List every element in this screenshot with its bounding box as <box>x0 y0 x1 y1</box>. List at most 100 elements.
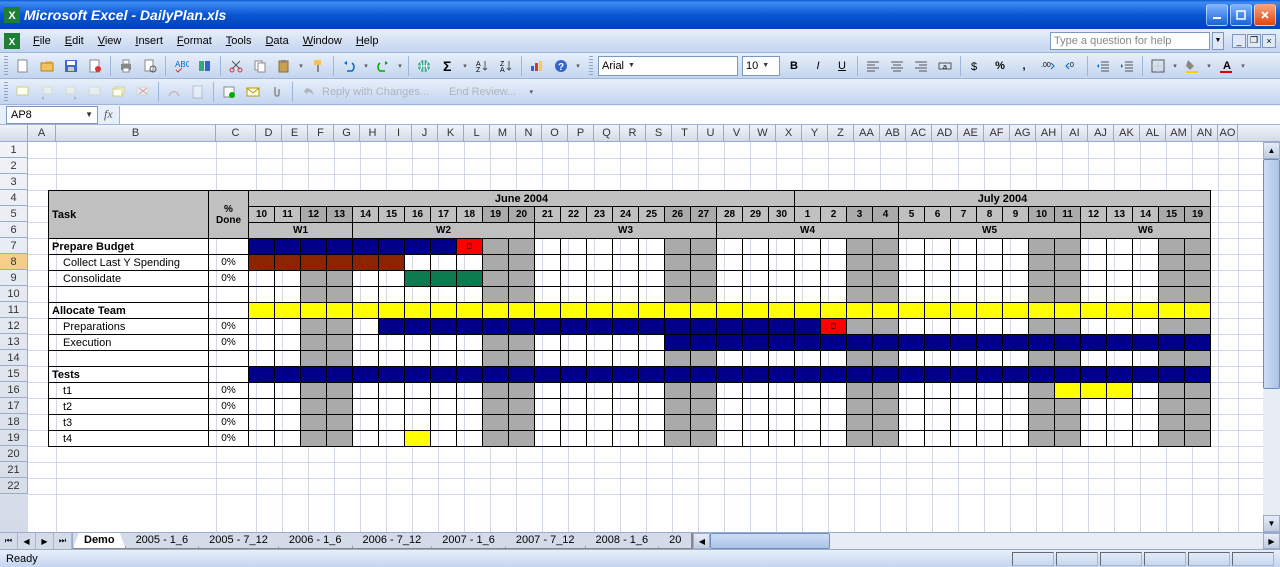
name-box[interactable]: AP8▼ <box>6 106 98 124</box>
gantt-cell[interactable] <box>899 383 925 399</box>
gantt-cell[interactable] <box>301 415 327 431</box>
gantt-cell[interactable] <box>1003 383 1029 399</box>
row-header-14[interactable]: 14 <box>0 350 28 366</box>
gantt-cell[interactable] <box>795 383 821 399</box>
gantt-cell[interactable] <box>275 431 301 447</box>
gantt-cell[interactable] <box>1055 239 1081 255</box>
gantt-cell[interactable] <box>561 399 587 415</box>
gantt-cell[interactable] <box>483 367 509 383</box>
gantt-cell[interactable] <box>717 303 743 319</box>
gantt-cell[interactable] <box>561 287 587 303</box>
gantt-cell[interactable] <box>847 287 873 303</box>
gantt-cell[interactable] <box>847 303 873 319</box>
gantt-cell[interactable] <box>743 239 769 255</box>
gantt-cell[interactable] <box>1081 287 1107 303</box>
row-header-11[interactable]: 11 <box>0 302 28 318</box>
tab-nav-last[interactable]: ⏭ <box>54 533 72 549</box>
gantt-cell[interactable] <box>483 319 509 335</box>
gantt-cell[interactable] <box>717 415 743 431</box>
gantt-cell[interactable] <box>249 239 275 255</box>
gantt-cell[interactable] <box>691 335 717 351</box>
gantt-cell[interactable] <box>925 399 951 415</box>
gantt-cell[interactable] <box>535 255 561 271</box>
prev-comment-button[interactable] <box>36 81 58 103</box>
menu-edit[interactable]: Edit <box>58 33 91 49</box>
gantt-cell[interactable] <box>977 399 1003 415</box>
scroll-down-button[interactable]: ▼ <box>1263 515 1280 532</box>
gantt-cell[interactable] <box>899 239 925 255</box>
gantt-cell[interactable] <box>639 287 665 303</box>
gantt-cell[interactable] <box>249 319 275 335</box>
gantt-cell[interactable] <box>431 319 457 335</box>
gantt-cell[interactable] <box>743 335 769 351</box>
row-header-1[interactable]: 1 <box>0 142 28 158</box>
gantt-cell[interactable] <box>1159 271 1185 287</box>
borders-button[interactable] <box>1147 55 1169 77</box>
gantt-cell[interactable] <box>1107 239 1133 255</box>
gantt-cell[interactable] <box>379 335 405 351</box>
gantt-cell[interactable] <box>353 303 379 319</box>
gantt-cell[interactable] <box>1029 239 1055 255</box>
gantt-cell[interactable] <box>977 383 1003 399</box>
gantt-cell[interactable] <box>1003 431 1029 447</box>
gantt-cell[interactable] <box>977 319 1003 335</box>
gantt-cell[interactable] <box>405 319 431 335</box>
gantt-cell[interactable] <box>847 351 873 367</box>
gantt-cell[interactable] <box>405 303 431 319</box>
show-ink-button[interactable] <box>163 81 185 103</box>
gantt-cell[interactable] <box>587 351 613 367</box>
gantt-cell[interactable] <box>665 431 691 447</box>
comma-button[interactable]: , <box>1013 55 1035 77</box>
doc-close-button[interactable]: × <box>1262 34 1276 48</box>
pct-done-cell[interactable] <box>209 367 249 383</box>
gantt-cell[interactable] <box>1003 351 1029 367</box>
gantt-cell[interactable] <box>457 399 483 415</box>
gantt-cell[interactable] <box>275 351 301 367</box>
gantt-cell[interactable] <box>691 383 717 399</box>
gantt-cell[interactable] <box>821 239 847 255</box>
sheet-tab[interactable]: 2006 - 1_6 <box>278 533 353 549</box>
gantt-cell[interactable] <box>1029 383 1055 399</box>
gantt-cell[interactable] <box>561 303 587 319</box>
task-name-cell[interactable]: Allocate Team <box>49 303 209 319</box>
bold-button[interactable]: B <box>783 55 805 77</box>
gantt-cell[interactable] <box>405 255 431 271</box>
gantt-cell[interactable] <box>275 287 301 303</box>
gantt-cell[interactable] <box>535 383 561 399</box>
gantt-cell[interactable] <box>405 335 431 351</box>
gantt-cell[interactable] <box>1185 255 1211 271</box>
gantt-cell[interactable] <box>301 431 327 447</box>
gantt-cell[interactable] <box>873 271 899 287</box>
col-header-W[interactable]: W <box>750 125 776 141</box>
gantt-cell[interactable] <box>1159 399 1185 415</box>
gantt-cell[interactable] <box>535 399 561 415</box>
gantt-cell[interactable] <box>951 415 977 431</box>
gantt-cell[interactable] <box>769 431 795 447</box>
gantt-cell[interactable] <box>483 271 509 287</box>
gantt-cell[interactable] <box>951 271 977 287</box>
gantt-cell[interactable] <box>691 367 717 383</box>
horizontal-scrollbar[interactable]: ◀ ▶ <box>691 533 1280 549</box>
gantt-cell[interactable] <box>873 255 899 271</box>
gantt-cell[interactable] <box>405 287 431 303</box>
col-header-AJ[interactable]: AJ <box>1088 125 1114 141</box>
row-header-15[interactable]: 15 <box>0 366 28 382</box>
gantt-cell[interactable] <box>457 351 483 367</box>
gantt-cell[interactable] <box>431 255 457 271</box>
gantt-cell[interactable] <box>353 239 379 255</box>
gantt-cell[interactable] <box>951 335 977 351</box>
row-header-22[interactable]: 22 <box>0 478 28 494</box>
print-button[interactable] <box>115 55 137 77</box>
gantt-cell[interactable] <box>639 383 665 399</box>
gantt-cell[interactable] <box>873 415 899 431</box>
col-header-P[interactable]: P <box>568 125 594 141</box>
gantt-cell[interactable] <box>769 399 795 415</box>
gantt-cell[interactable] <box>509 271 535 287</box>
gantt-cell[interactable] <box>561 319 587 335</box>
gantt-cell[interactable] <box>535 335 561 351</box>
gantt-cell[interactable] <box>1107 255 1133 271</box>
gantt-cell[interactable] <box>1133 319 1159 335</box>
gantt-cell[interactable] <box>925 367 951 383</box>
gantt-cell[interactable] <box>1081 319 1107 335</box>
sort-desc-button[interactable]: ZA <box>495 55 517 77</box>
